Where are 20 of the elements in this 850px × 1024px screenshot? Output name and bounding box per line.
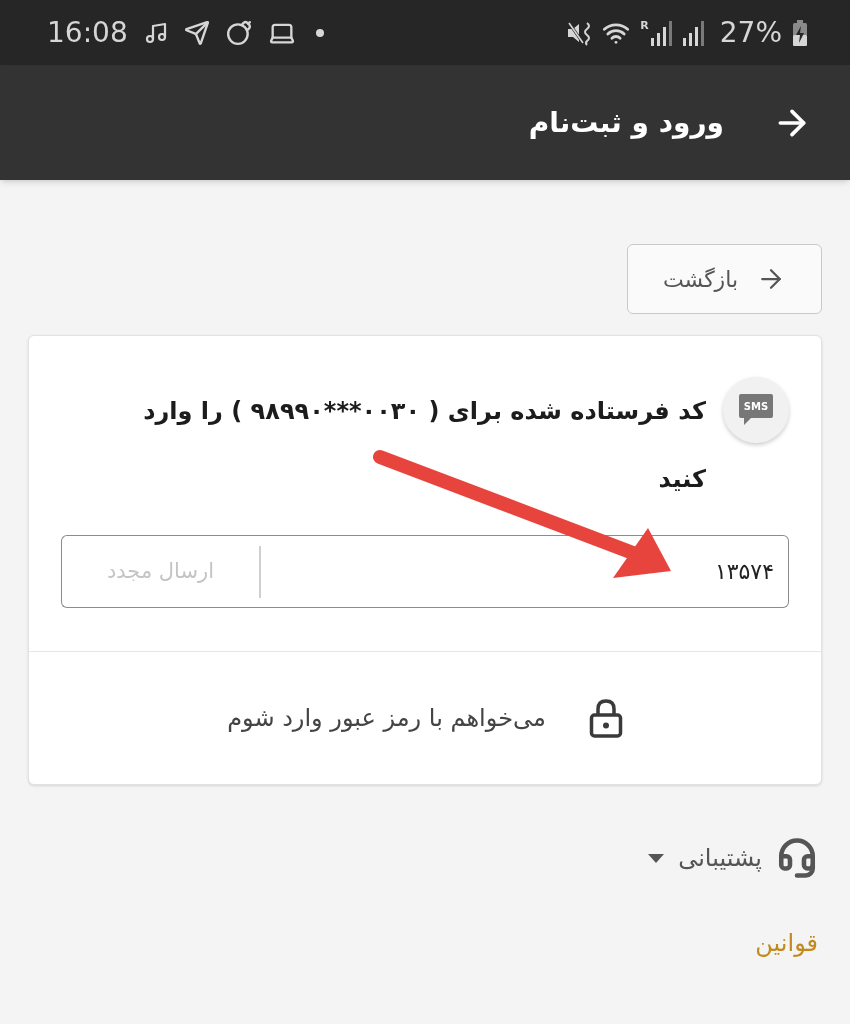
password-login-button[interactable]: می‌خواهم با رمز عبور وارد شوم: [227, 698, 623, 738]
signal-icon: [681, 19, 704, 46]
clock-time: 16:08: [47, 18, 128, 47]
roaming-label: R: [640, 19, 649, 31]
paper-plane-icon: [183, 19, 210, 46]
instruction-text: کد فرستاده شده برای ( ۹۸۹۹۰***۰۰۳۰ ) را وارد کنید: [143, 397, 706, 493]
dot-icon: [315, 28, 324, 37]
battery-charging-icon: [792, 19, 808, 46]
battery-percent: 27%: [719, 18, 782, 47]
headset-icon: [776, 837, 818, 879]
lock-icon: [588, 698, 623, 738]
sms-icon: SMS: [723, 377, 789, 443]
bomb-icon: [225, 19, 252, 46]
music-note-icon: [143, 20, 168, 45]
signal-icon: [649, 19, 672, 46]
support-menu-button[interactable]: پشتیبانی: [648, 837, 818, 879]
back-button[interactable]: بازگشت: [627, 244, 822, 314]
page-title: ورود و ثبت‌نام: [528, 104, 724, 141]
muted-speaker-icon: [566, 19, 593, 46]
code-input[interactable]: ۱۳۵۷۴: [261, 535, 789, 608]
